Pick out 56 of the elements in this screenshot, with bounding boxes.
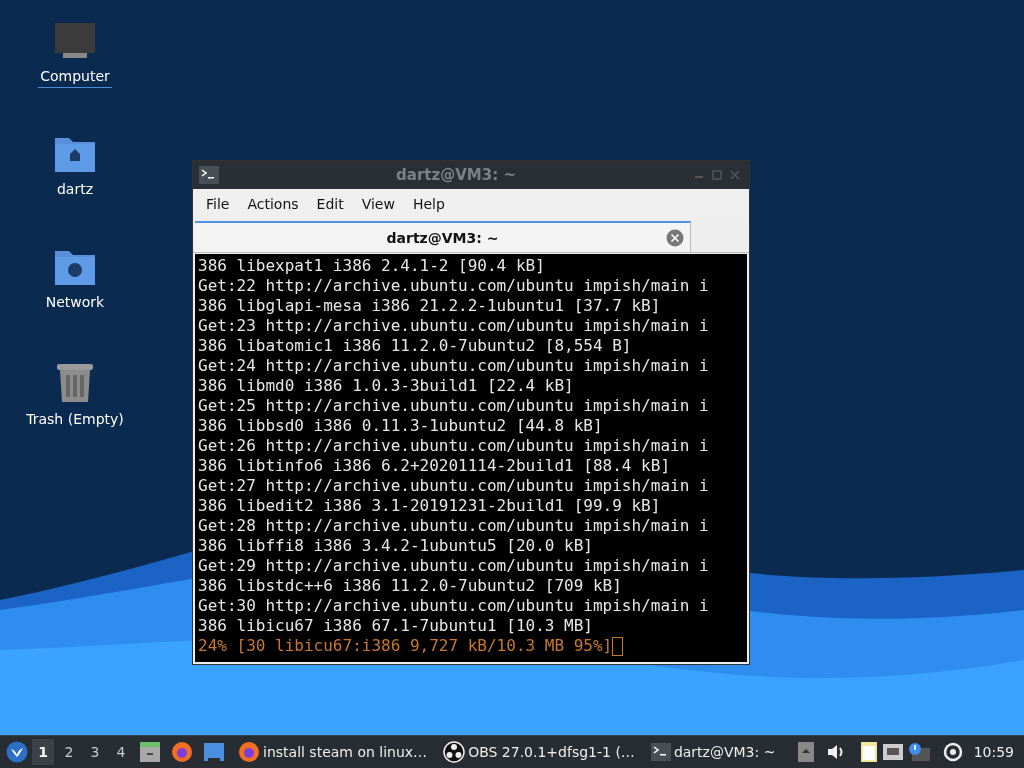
- network-folder-icon: [54, 248, 96, 286]
- obs-icon: [443, 741, 466, 763]
- terminal-line: 386 libffi8 i386 3.4.2-1ubuntu5 [20.0 kB]: [198, 536, 593, 556]
- terminal-line: 386 libtinfo6 i386 6.2+20201114-2build1 [88.4 kB]: [198, 456, 670, 476]
- notification-icon[interactable]: [907, 742, 930, 762]
- terminal-line: 386 libedit2 i386 3.1-20191231-2build1 [99.9 kB]: [198, 496, 661, 516]
- terminal-line: 386 libbsd0 i386 0.11.3-1ubuntu2 [44.8 kB]: [198, 416, 603, 436]
- terminal-line: Get:27 http://archive.ubuntu.com/ubuntu impish/main i: [198, 476, 709, 496]
- clipboard-icon[interactable]: [859, 741, 878, 763]
- menu-item[interactable]: Actions: [238, 196, 308, 212]
- close-icon[interactable]: [666, 228, 684, 247]
- terminal-icon: [199, 166, 219, 184]
- terminal-line: Get:25 http://archive.ubuntu.com/ubuntu impish/main i: [198, 396, 709, 416]
- terminal-line: Get:30 http://archive.ubuntu.com/ubuntu impish/main i: [198, 596, 709, 616]
- trash-icon: [56, 361, 94, 403]
- firefox-icon: [171, 741, 193, 763]
- terminal-line: 386 libstdc++6 i386 11.2.0-7ubuntu2 [709 kB]: [198, 576, 622, 596]
- terminal-line: 386 libexpat1 i386 2.4.1-2 [90.4 kB]: [198, 256, 545, 276]
- window-title: dartz@VM3: ~: [395, 166, 517, 184]
- taskbar-window-button[interactable]: dartz@VM3: ~: [644, 737, 782, 767]
- desktop-icon-label[interactable]: dartz: [54, 181, 96, 201]
- workspace-button[interactable]: 3: [84, 739, 106, 765]
- terminal-line: Get:24 http://archive.ubuntu.com/ubuntu impish/main i: [198, 356, 709, 376]
- desktop-icon: [203, 742, 225, 762]
- terminal-line: Get:26 http://archive.ubuntu.com/ubuntu impish/main i: [198, 436, 709, 456]
- update-icon[interactable]: [941, 741, 964, 763]
- terminal-line: Get:28 http://archive.ubuntu.com/ubuntu impish/main i: [198, 516, 709, 536]
- terminal-line: 386 libatomic1 i386 11.2.0-7ubuntu2 [8,554 B]: [198, 336, 632, 356]
- desktop-icon-label[interactable]: Computer: [38, 68, 112, 88]
- desktop-icon-label[interactable]: Network: [43, 294, 107, 314]
- desktop-icon-label[interactable]: Trash (Empty): [24, 411, 126, 431]
- workspace-button[interactable]: 1: [32, 739, 54, 765]
- network-port-icon[interactable]: [881, 743, 904, 761]
- terminal-icon: [650, 743, 671, 761]
- clock[interactable]: 10:59: [967, 744, 1018, 760]
- menu-item[interactable]: Help: [403, 196, 454, 212]
- file-cabinet-icon: [139, 741, 161, 763]
- terminal-line: 386 libicu67 i386 67.1-7ubuntu1 [10.3 MB]: [198, 616, 593, 636]
- monitor-icon: [54, 22, 96, 60]
- terminal-line: 24% [30 libicu67:i386 9,727 kB/10.3 MB 95%]: [198, 636, 613, 656]
- taskbar-window-button[interactable]: OBS 27.0.1+dfsg1-1 (…: [437, 737, 641, 767]
- firefox-icon: [238, 741, 260, 763]
- terminal-line: Get:23 http://archive.ubuntu.com/ubuntu impish/main i: [198, 316, 709, 336]
- terminal-line: Get:29 http://archive.ubuntu.com/ubuntu impish/main i: [198, 556, 709, 576]
- terminal-line: 386 libglapi-mesa i386 21.2.2-1ubuntu1 [37.7 kB]: [198, 296, 661, 316]
- workspace-button[interactable]: 2: [58, 739, 80, 765]
- terminal-tab[interactable]: dartz@VM3: ~: [195, 221, 691, 252]
- home-folder-icon: [54, 135, 96, 173]
- menu-item[interactable]: File: [197, 196, 239, 212]
- terminal-line: 386 libmd0 i386 1.0.3-3build1 [22.4 kB]: [198, 376, 574, 396]
- menu-item[interactable]: Edit: [307, 196, 353, 212]
- menu-item[interactable]: View: [352, 196, 404, 212]
- cursor: [612, 636, 624, 656]
- taskbar-window-button[interactable]: install steam on linux…: [232, 737, 434, 767]
- terminal-line: Get:22 http://archive.ubuntu.com/ubuntu impish/main i: [198, 276, 709, 296]
- workspace-button[interactable]: 4: [110, 739, 132, 765]
